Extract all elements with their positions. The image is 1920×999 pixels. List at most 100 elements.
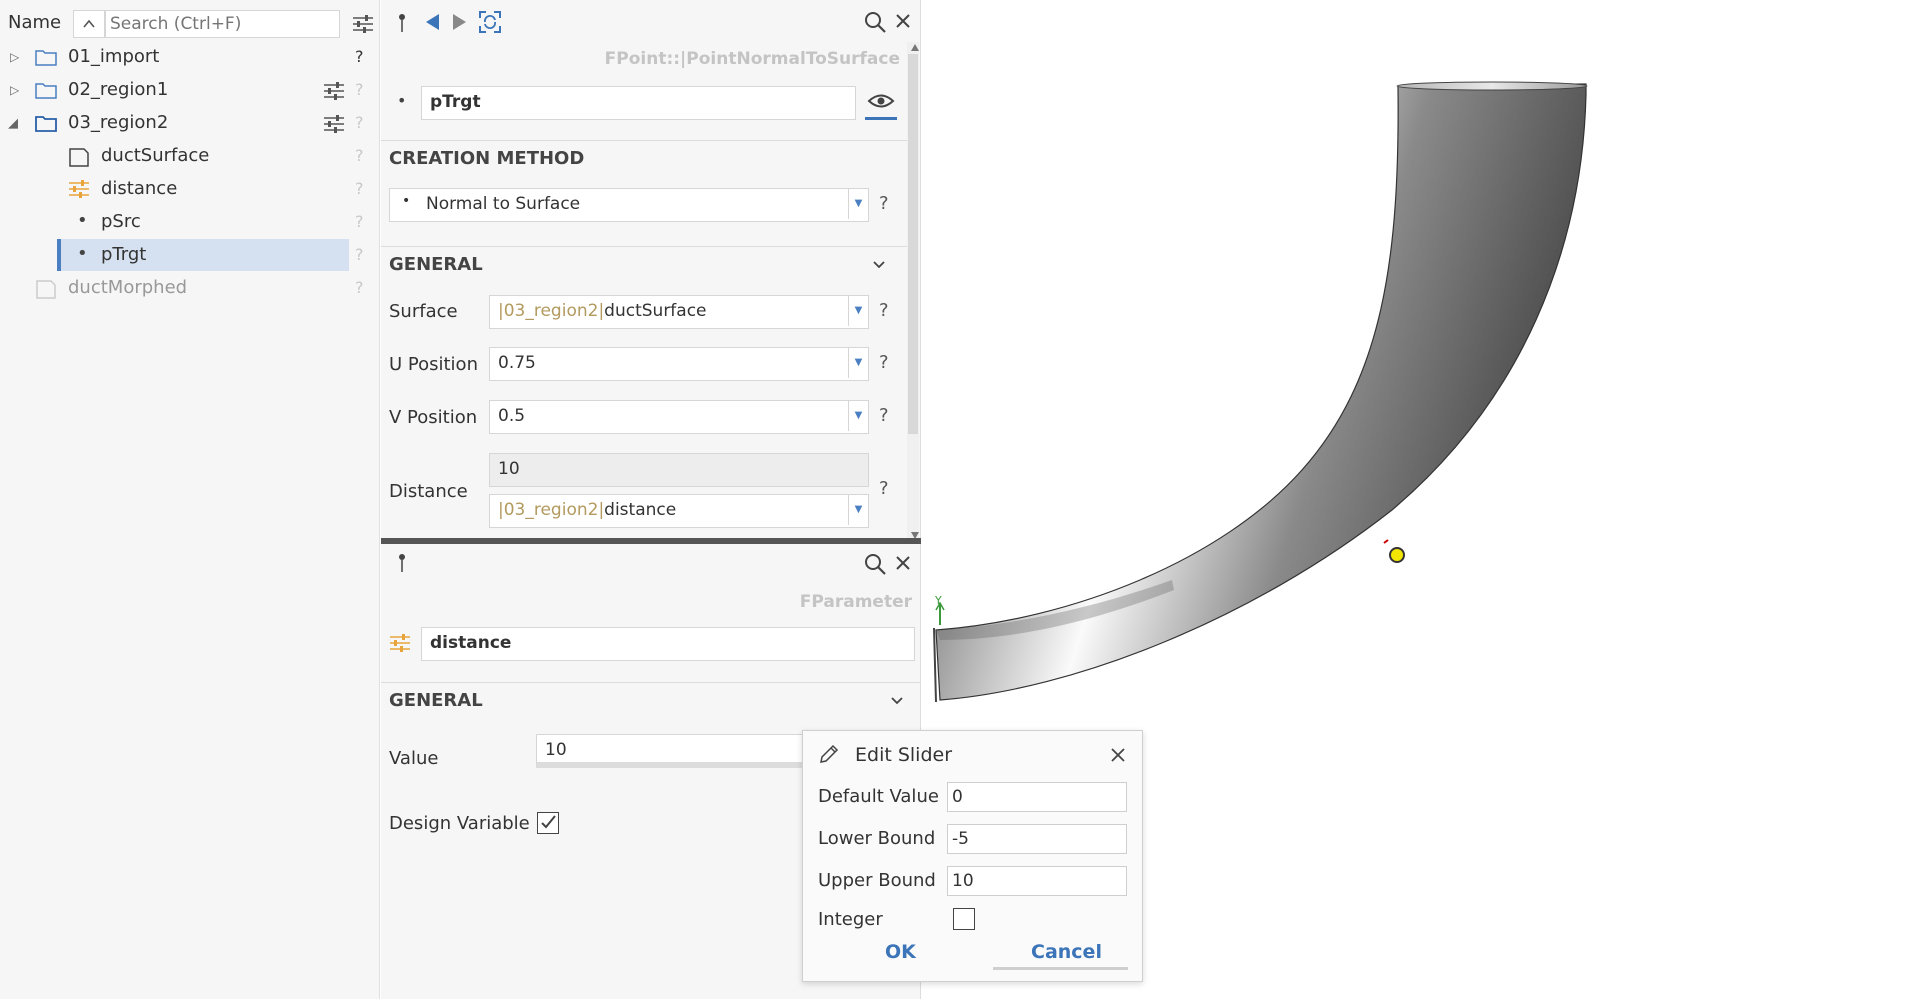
value-label: Value (389, 748, 439, 769)
sliders-icon[interactable] (323, 115, 345, 133)
help-icon[interactable]: ? (879, 478, 889, 499)
help-icon[interactable]: ? (355, 113, 364, 132)
v-position-label: V Position (389, 407, 478, 428)
help-icon[interactable]: ? (879, 352, 889, 373)
parameter-icon (69, 180, 89, 198)
dialog-title: Edit Slider (855, 744, 953, 766)
design-variable-checkbox[interactable] (537, 812, 559, 834)
upper-bound-label: Upper Bound (818, 870, 936, 891)
forward-arrow-icon[interactable] (451, 12, 469, 32)
sync-selection-icon[interactable] (478, 10, 502, 34)
tree-item-01-import[interactable]: ▷ 01_import ? (0, 41, 364, 73)
u-position-label: U Position (389, 354, 478, 375)
scroll-up-icon[interactable] (911, 44, 919, 51)
surface-select[interactable]: |03_region2|ductSurface ▼ (489, 295, 869, 329)
expand-arrow-icon[interactable]: ▷ (10, 50, 19, 64)
design-variable-label: Design Variable (389, 813, 530, 834)
folder-icon (35, 83, 57, 99)
name-column-header[interactable]: Name (8, 12, 61, 33)
help-icon[interactable]: ? (355, 146, 364, 165)
tree-item-label: distance (101, 178, 178, 199)
vertical-scrollbar[interactable] (907, 42, 919, 542)
tree-item-ptrgt[interactable]: • pTrgt ? (0, 239, 364, 271)
close-icon[interactable] (895, 555, 911, 571)
expand-arrow-icon[interactable]: ▷ (10, 83, 19, 97)
collapse-arrow-icon[interactable]: ◢ (8, 116, 18, 131)
help-icon[interactable]: ? (355, 245, 364, 264)
help-icon[interactable]: ? (355, 80, 364, 99)
help-icon[interactable]: ? (355, 278, 364, 297)
tree-item-02-region1[interactable]: ▷ 02_region1 ? (0, 74, 364, 106)
panel-splitter[interactable] (381, 538, 921, 544)
surface-icon (69, 148, 89, 167)
sliders-icon[interactable] (323, 82, 345, 100)
u-position-value: 0.75 (498, 353, 536, 373)
distance-label: Distance (389, 481, 468, 502)
tree-item-distance[interactable]: distance ? (0, 173, 364, 205)
surface-label: Surface (389, 301, 458, 322)
tree-item-03-region2[interactable]: ◢ 03_region2 ? (0, 107, 364, 139)
tree-item-label: ductMorphed (68, 277, 188, 298)
object-class-label: FPoint::|PointNormalToSurface (604, 49, 900, 69)
help-icon[interactable]: ? (355, 212, 364, 231)
object-tree-panel: Name ▷ 01_import ? ▷ 02_region1 ? ◢ 03_r… (0, 0, 380, 999)
folder-icon (35, 116, 57, 132)
dropdown-arrow-icon[interactable]: ▼ (848, 495, 868, 525)
dropdown-arrow-icon[interactable]: ▼ (848, 296, 868, 326)
visibility-toggle[interactable] (865, 86, 897, 120)
scrollbar-thumb[interactable] (908, 54, 918, 434)
divider (381, 246, 907, 247)
help-icon[interactable]: ? (879, 193, 889, 214)
filter-sliders-icon[interactable] (352, 14, 374, 34)
point-icon: • (397, 91, 407, 110)
back-arrow-icon[interactable] (423, 12, 441, 32)
distance-evaluated-value: 10 (489, 453, 869, 487)
lower-bound-input[interactable]: -5 (947, 824, 1127, 854)
upper-bound-input[interactable]: 10 (947, 866, 1127, 896)
folder-icon (35, 50, 57, 66)
search-icon[interactable] (863, 552, 887, 576)
chevron-down-icon[interactable] (889, 694, 905, 708)
cancel-focus-underline (993, 967, 1128, 970)
creation-method-select[interactable]: • Normal to Surface ▼ (389, 188, 869, 222)
general-section-title: GENERAL (389, 690, 483, 711)
pin-icon[interactable] (395, 12, 409, 34)
distance-reference-select[interactable]: |03_region2|distance ▼ (489, 494, 869, 528)
sort-button[interactable] (73, 10, 105, 38)
object-name-input[interactable]: pTrgt (421, 86, 856, 120)
default-value-input[interactable]: 0 (947, 782, 1127, 812)
tree-header: Name (0, 0, 380, 46)
surface-value: ductSurface (604, 301, 707, 321)
help-icon[interactable]: ? (355, 47, 364, 66)
v-position-input[interactable]: 0.5 ▼ (489, 400, 869, 434)
tree-item-ductsurface[interactable]: ductSurface ? (0, 140, 364, 172)
dropdown-arrow-icon[interactable]: ▼ (848, 189, 868, 219)
close-icon[interactable] (1111, 748, 1125, 762)
tree-item-psrc[interactable]: • pSrc ? (0, 206, 364, 238)
u-position-input[interactable]: 0.75 ▼ (489, 347, 869, 381)
creation-method-value: Normal to Surface (426, 194, 581, 214)
chevron-down-icon[interactable] (871, 258, 887, 272)
cancel-button[interactable]: Cancel (1031, 941, 1102, 963)
search-icon[interactable] (863, 10, 887, 34)
divider (381, 682, 921, 683)
integer-checkbox[interactable] (953, 908, 975, 930)
eye-icon (867, 94, 895, 108)
pin-icon[interactable] (395, 552, 409, 574)
axis-y-label: Y (934, 594, 942, 607)
lower-bound-label: Lower Bound (818, 828, 936, 849)
tree-search-input[interactable] (105, 10, 340, 38)
point-icon: • (77, 210, 88, 231)
close-icon[interactable] (895, 13, 911, 29)
dropdown-arrow-icon[interactable]: ▼ (848, 401, 868, 431)
ok-button[interactable]: OK (885, 941, 916, 963)
value-input[interactable]: 10 (536, 734, 806, 768)
help-icon[interactable]: ? (879, 405, 889, 426)
parameter-name-input[interactable]: distance (421, 627, 915, 661)
tree-item-ductmorphed[interactable]: ductMorphed ? (0, 272, 364, 304)
point-marker (1389, 547, 1405, 563)
help-icon[interactable]: ? (879, 300, 889, 321)
dropdown-arrow-icon[interactable]: ▼ (848, 348, 868, 378)
chevron-up-icon (83, 19, 95, 28)
help-icon[interactable]: ? (355, 179, 364, 198)
